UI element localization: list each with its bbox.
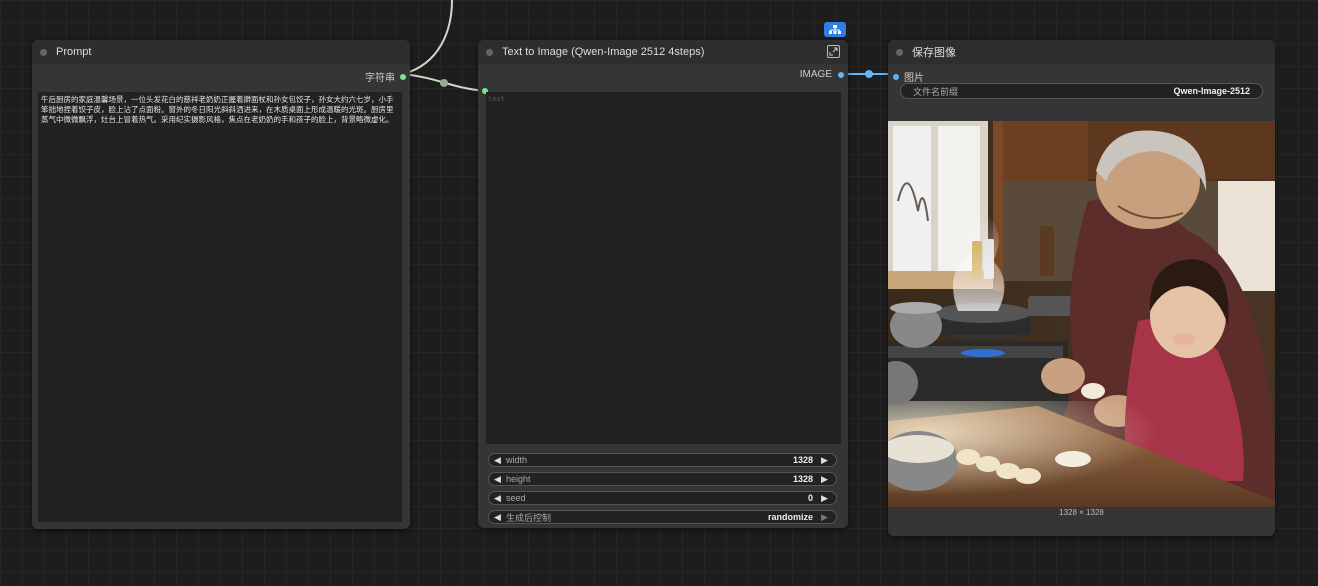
control-after-generate-widget[interactable]: ◀ 生成后控制 randomize ▶	[488, 510, 837, 524]
expand-icon[interactable]	[827, 45, 840, 58]
node-status-dot[interactable]	[896, 48, 903, 56]
node-status-dot[interactable]	[486, 48, 493, 56]
decrement-arrow-icon[interactable]: ◀	[494, 493, 504, 504]
generated-image-preview[interactable]	[888, 121, 1275, 507]
text-input-field[interactable]: text	[486, 92, 841, 444]
control-after-generate-value: randomize	[767, 512, 813, 522]
text-input-placeholder: text	[488, 95, 505, 103]
string-output-dot[interactable]	[400, 73, 406, 80]
seed-label: seed	[506, 493, 526, 503]
prompt-output-label: 字符串	[365, 73, 395, 84]
t2i-node-title: Text to Image (Qwen-Image 2512 4steps)	[502, 46, 705, 58]
width-widget[interactable]: ◀ width 1328 ▶	[488, 453, 837, 467]
image-output-label: IMAGE	[799, 69, 832, 80]
filename-prefix-value: Qwen-Image-2512	[1173, 86, 1250, 96]
prompt-node-header[interactable]: Prompt	[32, 40, 410, 64]
seed-widget[interactable]: ◀ seed 0 ▶	[488, 491, 837, 505]
width-value: 1328	[792, 455, 813, 465]
prompt-textarea[interactable]: 午后厨房的家庭温馨场景，一位头发花白的慈祥老奶奶正握着擀面杖和孙女包饺子，孙女大…	[38, 92, 402, 522]
prompt-output-slot[interactable]: 字符串	[365, 69, 406, 84]
increment-arrow-icon[interactable]: ▶	[821, 493, 831, 504]
increment-arrow-icon[interactable]: ▶	[821, 474, 831, 485]
image-input-dot[interactable]	[893, 73, 899, 80]
t2i-node-header[interactable]: Text to Image (Qwen-Image 2512 4steps)	[478, 40, 848, 64]
filename-prefix-label: 文件名前缀	[913, 86, 959, 97]
filename-prefix-widget[interactable]: 文件名前缀 Qwen-Image-2512	[900, 83, 1263, 99]
decrement-arrow-icon[interactable]: ◀	[494, 512, 504, 523]
save-node-header[interactable]: 保存图像	[888, 40, 1275, 64]
save-node-title: 保存图像	[912, 47, 956, 59]
subgraph-badge-icon[interactable]	[824, 22, 846, 37]
image-input-label: 图片	[904, 73, 924, 84]
image-input-slot[interactable]: 图片	[893, 69, 924, 84]
width-label: width	[506, 455, 528, 465]
height-value: 1328	[792, 474, 813, 484]
prompt-node-title: Prompt	[56, 46, 92, 58]
decrement-arrow-icon[interactable]: ◀	[494, 455, 504, 466]
increment-arrow-icon[interactable]: ▶	[821, 512, 831, 523]
node-status-dot[interactable]	[40, 48, 47, 56]
image-size-label: 1328 × 1328	[1059, 508, 1104, 517]
image-output-slot[interactable]: IMAGE	[800, 69, 844, 80]
control-after-generate-label: 生成后控制	[506, 512, 552, 523]
prompt-node[interactable]: Prompt 字符串 午后厨房的家庭温馨场景，一位头发花白的慈祥老奶奶正握着擀面…	[32, 40, 410, 529]
decrement-arrow-icon[interactable]: ◀	[494, 474, 504, 485]
increment-arrow-icon[interactable]: ▶	[821, 455, 831, 466]
image-output-dot[interactable]	[838, 71, 844, 78]
height-widget[interactable]: ◀ height 1328 ▶	[488, 472, 837, 486]
text-to-image-node[interactable]: Text to Image (Qwen-Image 2512 4steps) I…	[478, 22, 848, 528]
seed-value: 0	[807, 493, 813, 503]
height-label: height	[506, 474, 531, 484]
save-image-node[interactable]: 保存图像 图片 文件名前缀 Qwen-Image-2512 1328 × 132…	[888, 40, 1275, 536]
